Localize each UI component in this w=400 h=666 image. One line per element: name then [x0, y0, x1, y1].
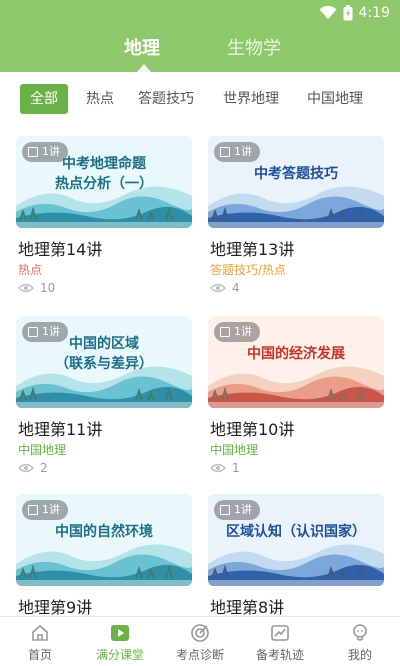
course-card[interactable]: 1讲 中国的经济发展 地理第10讲 中国地理 1 [208, 316, 384, 475]
status-bar: 4:19 [0, 0, 400, 26]
thumbnail-title: 区域认知（认识国家） [226, 524, 366, 540]
nav-label: 满分课堂 [95, 648, 144, 662]
filter-china-geography[interactable]: 中国地理 [307, 84, 363, 114]
lesson-count-badge: 1讲 [214, 500, 260, 520]
view-count: 4 [210, 281, 240, 295]
view-count: 10 [18, 281, 55, 295]
book-icon [220, 327, 230, 337]
lesson-count: 1讲 [234, 503, 252, 516]
thumbnail-title: 中国的经济发展 [247, 346, 345, 362]
course-thumbnail[interactable]: 1讲 中考地理命题 热点分析（一） [16, 136, 192, 228]
course-thumbnail[interactable]: 1讲 中国的区域 （联系与差异） [16, 316, 192, 408]
play-icon [111, 625, 129, 641]
nav-home[interactable]: 首页 [0, 617, 80, 666]
course-card[interactable]: 1讲 区域认知（认识国家） 地理第8讲 [208, 494, 384, 616]
nav-label: 备考轨迹 [255, 648, 304, 662]
filter-answer-skills[interactable]: 答题技巧 [138, 84, 194, 114]
filter-row: 全部 热点 答题技巧 世界地理 中国地理 [0, 72, 400, 126]
active-tab-indicator [137, 64, 151, 72]
course-title[interactable]: 地理第9讲 [18, 594, 92, 616]
course-tag: 中国地理 [18, 443, 67, 457]
lesson-count-badge: 1讲 [214, 142, 260, 162]
lesson-count-badge: 1讲 [214, 322, 260, 342]
chart-icon [271, 625, 289, 641]
course-title[interactable]: 地理第8讲 [210, 594, 284, 616]
bottom-nav: 首页 满分课堂 考点诊断 备考轨迹 我的 [0, 616, 400, 666]
nav-profile[interactable]: 我的 [320, 617, 400, 666]
course-card[interactable]: 1讲 中考地理命题 热点分析（一） 地理第14讲 热点 10 [16, 136, 192, 295]
course-tag: 热点 [18, 263, 43, 277]
course-tag: 中国地理 [210, 443, 259, 457]
wifi-icon [319, 6, 337, 19]
book-icon [220, 505, 230, 515]
eye-icon [210, 283, 226, 293]
book-icon [28, 505, 38, 515]
status-icons: 4:19 [319, 4, 390, 22]
view-count-value: 2 [40, 461, 48, 475]
filter-all[interactable]: 全部 [20, 84, 68, 114]
lesson-count: 1讲 [234, 145, 252, 158]
course-card[interactable]: 1讲 中国的区域 （联系与差异） 地理第11讲 中国地理 2 [16, 316, 192, 475]
course-card[interactable]: 1讲 中考答题技巧 地理第13讲 答题技巧/热点 4 [208, 136, 384, 295]
nav-label: 首页 [27, 648, 52, 662]
nav-full-score-class[interactable]: 满分课堂 [80, 617, 160, 666]
battery-icon [343, 5, 353, 21]
nav-label: 我的 [347, 648, 372, 662]
course-title[interactable]: 地理第13讲 [210, 236, 294, 260]
view-count-value: 10 [40, 281, 56, 295]
lesson-count: 1讲 [42, 503, 60, 516]
course-thumbnail[interactable]: 1讲 中国的经济发展 [208, 316, 384, 408]
eye-icon [18, 463, 34, 473]
view-count-value: 1 [232, 461, 240, 475]
profile-icon [353, 624, 367, 641]
course-thumbnail[interactable]: 1讲 中国的自然环境 [16, 494, 192, 586]
eye-icon [18, 283, 34, 293]
status-time: 4:19 [358, 5, 390, 21]
course-title[interactable]: 地理第11讲 [18, 416, 102, 440]
filter-world-geography[interactable]: 世界地理 [223, 84, 279, 114]
view-count-value: 4 [232, 281, 240, 295]
filter-hot[interactable]: 热点 [86, 84, 114, 114]
book-icon [220, 147, 230, 157]
view-count: 1 [210, 461, 240, 475]
thumbnail-title: 中考地理命题 热点分析（一） [55, 156, 153, 192]
course-title[interactable]: 地理第14讲 [18, 236, 102, 260]
home-icon [32, 625, 48, 641]
lesson-count-badge: 1讲 [22, 500, 68, 520]
nav-diagnosis[interactable]: 考点诊断 [160, 617, 240, 666]
subject-tab-bar: 地理 生物学 [0, 26, 400, 72]
nav-label: 考点诊断 [175, 648, 224, 662]
thumbnail-title: 中国的自然环境 [55, 524, 153, 540]
target-icon [191, 624, 209, 642]
course-thumbnail[interactable]: 1讲 中考答题技巧 [208, 136, 384, 228]
tab-biology[interactable]: 生物学 [227, 34, 281, 60]
tab-geography[interactable]: 地理 [124, 34, 160, 60]
thumbnail-title: 中考答题技巧 [254, 166, 338, 182]
course-tag: 答题技巧/热点 [210, 263, 287, 277]
course-card[interactable]: 1讲 中国的自然环境 地理第9讲 [16, 494, 192, 616]
view-count: 2 [18, 461, 48, 475]
lesson-count: 1讲 [234, 325, 252, 338]
eye-icon [210, 463, 226, 473]
course-grid: 1讲 中考地理命题 热点分析（一） 地理第14讲 热点 10 1讲 中考答题技巧… [0, 126, 400, 616]
course-thumbnail[interactable]: 1讲 区域认知（认识国家） [208, 494, 384, 586]
nav-study-track[interactable]: 备考轨迹 [240, 617, 320, 666]
course-title[interactable]: 地理第10讲 [210, 416, 294, 440]
thumbnail-title: 中国的区域 （联系与差异） [55, 336, 153, 372]
